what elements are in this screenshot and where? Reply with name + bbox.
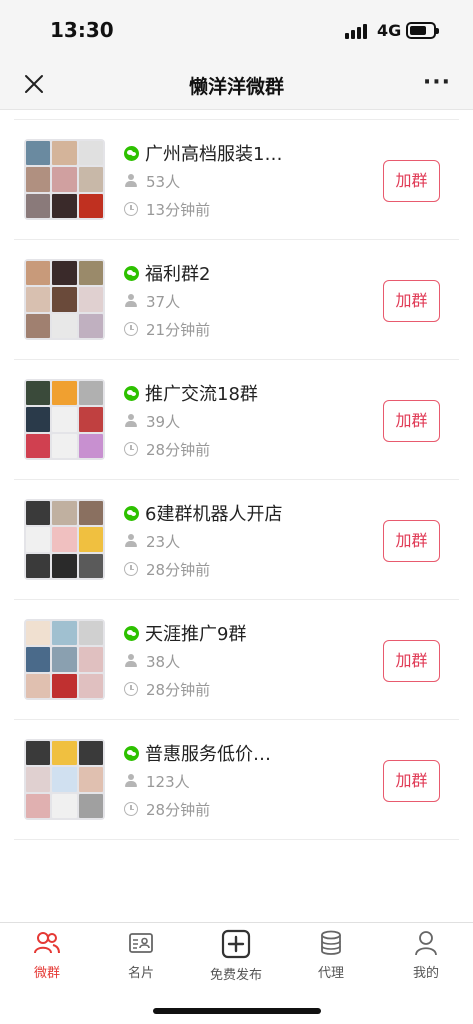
clock-icon xyxy=(124,202,138,216)
time-line: 28分钟前 xyxy=(124,558,210,580)
updated-time: 21分钟前 xyxy=(146,320,211,339)
status-bar: 13:30 4G xyxy=(0,0,473,62)
group-name-line[interactable]: 天涯推广9群 xyxy=(124,620,246,646)
group-name[interactable]: 天涯推广9群 xyxy=(145,620,246,646)
member-icon xyxy=(124,534,138,548)
person-icon xyxy=(415,931,437,956)
clock-icon xyxy=(124,682,138,696)
group-avatar[interactable] xyxy=(24,379,105,460)
member-icon xyxy=(124,414,138,428)
tab-bar: 微群 名片 免费发布 代理 我的 xyxy=(0,922,473,1024)
group-avatar[interactable] xyxy=(24,619,105,700)
add-icon xyxy=(221,929,251,959)
tab-label: 免费发布 xyxy=(209,968,262,983)
join-group-button[interactable]: 加群 xyxy=(383,520,440,562)
group-icon xyxy=(34,932,60,954)
group-avatar[interactable] xyxy=(24,139,105,220)
member-icon xyxy=(124,654,138,668)
clock-icon xyxy=(124,442,138,456)
network-type: 4G xyxy=(377,21,402,40)
tab-label: 名片 xyxy=(127,966,154,981)
member-count: 39人 xyxy=(146,412,181,431)
updated-time: 28分钟前 xyxy=(146,800,211,819)
tab-label: 微群 xyxy=(33,966,60,981)
wechat-icon xyxy=(124,745,139,761)
member-count: 37人 xyxy=(146,292,181,311)
wechat-icon xyxy=(124,145,139,161)
join-group-button[interactable]: 加群 xyxy=(383,280,440,322)
join-group-button[interactable]: 加群 xyxy=(383,760,440,802)
wechat-icon xyxy=(124,265,139,281)
group-row[interactable]: 6建群机器人开店 23人 28分钟前 加群 xyxy=(14,480,459,600)
group-row[interactable]: 推广交流18群 39人 28分钟前 加群 xyxy=(14,360,459,480)
wechat-icon xyxy=(124,385,139,401)
group-name[interactable]: 6建群机器人开店 xyxy=(145,500,282,526)
member-count-line: 37人 xyxy=(124,290,180,312)
updated-time: 13分钟前 xyxy=(146,200,211,219)
member-count-line: 39人 xyxy=(124,410,180,432)
time-line: 13分钟前 xyxy=(124,198,210,220)
group-name-line[interactable]: 普惠服务低价… xyxy=(124,740,271,766)
group-name-line[interactable]: 福利群2 xyxy=(124,260,210,286)
join-group-button[interactable]: 加群 xyxy=(383,640,440,682)
member-count: 123人 xyxy=(146,772,190,791)
tab-label: 代理 xyxy=(317,966,344,981)
member-icon xyxy=(124,294,138,308)
clock-icon xyxy=(124,802,138,816)
group-name[interactable]: 普惠服务低价… xyxy=(145,740,271,766)
signal-icon xyxy=(345,23,371,39)
updated-time: 28分钟前 xyxy=(146,560,211,579)
group-name[interactable]: 广州高档服装1… xyxy=(145,140,282,166)
member-count-line: 123人 xyxy=(124,770,190,792)
wechat-icon xyxy=(124,505,139,521)
group-name-line[interactable]: 广州高档服装1… xyxy=(124,140,282,166)
clock-icon xyxy=(124,562,138,576)
join-group-button[interactable]: 加群 xyxy=(383,400,440,442)
member-count: 53人 xyxy=(146,172,181,191)
member-count-line: 53人 xyxy=(124,170,180,192)
home-indicator xyxy=(153,1008,321,1014)
group-avatar[interactable] xyxy=(24,739,105,820)
card-icon xyxy=(129,933,153,953)
group-row[interactable]: 39人13分钟前加群 xyxy=(14,110,459,120)
status-time: 13:30 xyxy=(50,18,114,42)
tab-publish[interactable]: 免费发布 xyxy=(189,929,283,983)
nav-bar: 懒洋洋微群 ··· xyxy=(0,62,473,110)
member-icon xyxy=(124,774,138,788)
group-avatar[interactable] xyxy=(24,259,105,340)
time-line: 21分钟前 xyxy=(124,318,210,340)
more-icon[interactable]: ··· xyxy=(423,70,451,95)
group-name-line[interactable]: 推广交流18群 xyxy=(124,380,258,406)
group-list[interactable]: 39人13分钟前加群广州高档服装1…53人13分钟前加群福利群237人21分钟前… xyxy=(0,110,473,922)
join-group-button[interactable]: 加群 xyxy=(383,160,440,202)
tab-label: 我的 xyxy=(412,966,439,981)
member-icon xyxy=(124,174,138,188)
group-row[interactable]: 普惠服务低价… 123人 28分钟前 加群 xyxy=(14,720,459,840)
updated-time: 28分钟前 xyxy=(146,680,211,699)
group-name-line[interactable]: 6建群机器人开店 xyxy=(124,500,282,526)
group-row[interactable]: 福利群2 37人 21分钟前 加群 xyxy=(14,240,459,360)
group-avatar[interactable] xyxy=(24,499,105,580)
battery-icon xyxy=(406,22,439,39)
group-row[interactable]: 天涯推广9群 38人 28分钟前 加群 xyxy=(14,600,459,720)
updated-time: 28分钟前 xyxy=(146,440,211,459)
tab-card[interactable]: 名片 xyxy=(94,929,188,981)
group-row[interactable]: 广州高档服装1… 53人 13分钟前 加群 xyxy=(14,120,459,240)
tab-agent[interactable]: 代理 xyxy=(284,929,378,981)
member-count-line: 38人 xyxy=(124,650,180,672)
time-line: 28分钟前 xyxy=(124,798,210,820)
time-line: 28分钟前 xyxy=(124,678,210,700)
database-icon xyxy=(321,930,341,955)
page-title: 懒洋洋微群 xyxy=(188,76,284,98)
tab-mine[interactable]: 我的 xyxy=(379,929,473,981)
time-line: 28分钟前 xyxy=(124,438,210,460)
wechat-icon xyxy=(124,625,139,641)
clock-icon xyxy=(124,322,138,336)
tab-group[interactable]: 微群 xyxy=(0,929,94,981)
member-count-line: 23人 xyxy=(124,530,180,552)
group-name[interactable]: 福利群2 xyxy=(145,260,210,286)
group-name[interactable]: 推广交流18群 xyxy=(145,380,258,406)
member-count: 23人 xyxy=(146,532,181,551)
member-count: 38人 xyxy=(146,652,181,671)
